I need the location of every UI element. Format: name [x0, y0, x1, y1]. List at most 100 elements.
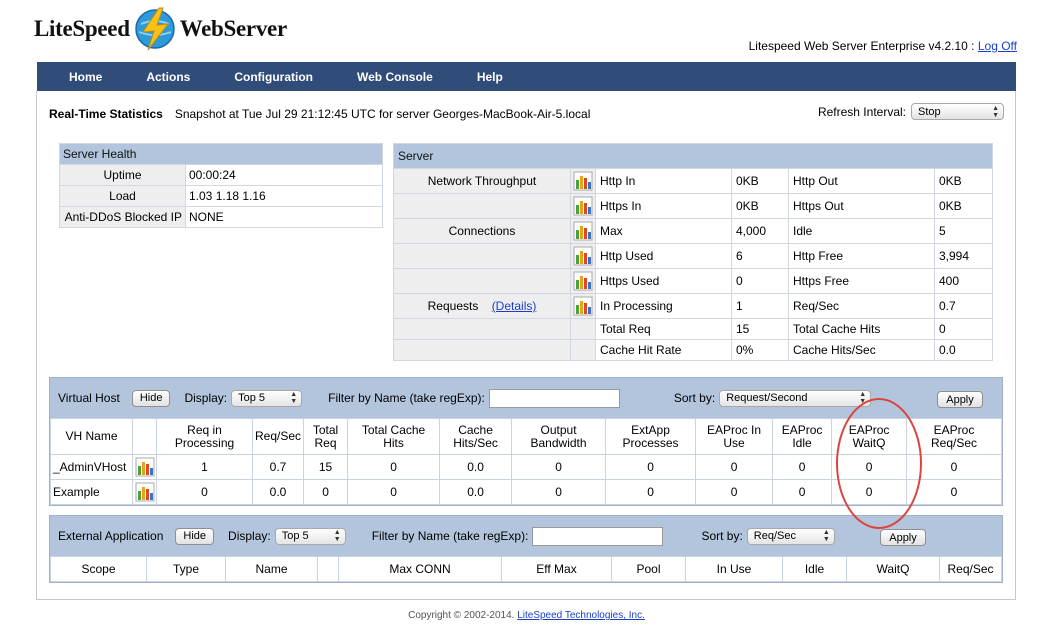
bar-chart-icon[interactable] — [573, 171, 593, 191]
copyright-text: Copyright © 2002-2014. — [408, 610, 515, 621]
logo-text-left: LiteSpeed — [34, 16, 130, 41]
column-header: EAProc Idle — [772, 418, 833, 455]
server-value: 0.0 — [934, 339, 993, 361]
virtual-host-title: Virtual Host — [58, 391, 120, 405]
server-key: Cache Hits/Sec — [788, 339, 935, 361]
table-cell: 15 — [303, 454, 349, 480]
server-health-table: Server Health Uptime 00:00:24 Load 1.03 … — [59, 143, 383, 228]
table-header-row: Scope Type Name Max CONN Eff Max Pool In… — [50, 556, 1002, 582]
server-value: 3,994 — [934, 243, 993, 269]
refresh-select[interactable]: Stop ▲ ▼ — [911, 103, 1004, 120]
extapp-hide-button[interactable]: Hide — [175, 527, 215, 545]
extapp-filter-input[interactable] — [532, 526, 664, 546]
server-value: 0 — [731, 268, 789, 294]
server-title: Server — [393, 143, 993, 169]
refresh-interval: Refresh Interval: Stop ▲ ▼ — [818, 103, 1004, 120]
logo-text-right: WebServer — [179, 16, 287, 41]
nav-configuration[interactable]: Configuration — [234, 70, 313, 84]
extapp-apply-button[interactable]: Apply — [880, 529, 926, 546]
bar-chart-icon[interactable] — [135, 457, 155, 477]
table-cell: 0.0 — [251, 479, 305, 505]
column-header: Total Req — [303, 418, 349, 455]
server-value: 400 — [934, 268, 993, 294]
refresh-label: Refresh Interval: — [817, 104, 906, 119]
column-header: Max CONN — [338, 556, 502, 582]
server-value: 0KB — [934, 168, 993, 194]
server-value: 0KB — [731, 193, 789, 219]
table-cell: 0 — [511, 454, 607, 480]
table-cell: 0 — [347, 454, 441, 480]
vhost-apply-button[interactable]: Apply — [937, 391, 983, 408]
logo: LiteSpeed WebServer — [34, 6, 287, 52]
external-app-title: External Application — [58, 529, 164, 543]
vhost-filter-input[interactable] — [488, 388, 620, 408]
version-text: Litespeed Web Server Enterprise v4.2.10 … — [748, 39, 975, 53]
version-info: Litespeed Web Server Enterprise v4.2.10 … — [749, 39, 1017, 53]
health-label: Load — [59, 185, 186, 207]
extapp-display-select[interactable]: Top 5 ▲ ▼ — [274, 527, 346, 545]
nav-help[interactable]: Help — [477, 70, 503, 84]
bar-chart-icon[interactable] — [573, 196, 593, 216]
footer: Copyright © 2002-2014. LiteSpeed Technol… — [0, 610, 1053, 621]
table-cell: 0 — [156, 479, 253, 505]
vhost-display-value: Top 5 — [238, 392, 266, 404]
extapp-sort-select[interactable]: Req/Sec ▲ ▼ — [746, 527, 835, 545]
bar-chart-icon[interactable] — [135, 482, 155, 502]
server-key: Http Free — [788, 243, 935, 269]
vhost-sort-select[interactable]: Request/Second ▲ ▼ — [719, 389, 872, 407]
server-key: Total Req — [595, 318, 732, 340]
column-header: Cache Hits/Sec — [439, 418, 513, 455]
server-value: 1 — [731, 293, 789, 319]
company-link[interactable]: LiteSpeed Technologies, Inc. — [517, 610, 645, 621]
extapp-display-value: Top 5 — [281, 530, 309, 542]
vhost-hide-button[interactable]: Hide — [131, 389, 171, 407]
server-value: 0KB — [934, 193, 993, 219]
server-value: 0.7 — [934, 293, 993, 319]
table-cell: 0 — [695, 479, 774, 505]
server-key: Https Used — [595, 268, 732, 294]
nav-web-console[interactable]: Web Console — [357, 70, 433, 84]
table-cell: 0.0 — [439, 454, 513, 480]
column-header: In Use — [685, 556, 783, 582]
logoff-link[interactable]: Log Off — [978, 39, 1017, 53]
column-header — [132, 418, 157, 455]
bar-chart-icon[interactable] — [573, 221, 593, 241]
column-header: Idle — [782, 556, 847, 582]
table-cell: 0 — [511, 479, 607, 505]
vhost-filter-label: Filter by Name (take regExp): — [328, 391, 485, 405]
server-key: Http Used — [595, 243, 732, 269]
server-key: Total Cache Hits — [788, 318, 935, 340]
updown-arrow-icon: ▲ ▼ — [822, 529, 830, 543]
server-value: 0KB — [731, 168, 789, 194]
nav-actions[interactable]: Actions — [146, 70, 190, 84]
requests-cell: Requests (Details) — [393, 293, 571, 319]
server-key: Http Out — [788, 168, 935, 194]
extapp-sort-value: Req/Sec — [753, 530, 796, 542]
bar-chart-icon[interactable] — [573, 246, 593, 266]
table-cell: 0 — [906, 479, 1002, 505]
server-value: 6 — [731, 243, 789, 269]
column-header: VH Name — [50, 418, 133, 455]
bar-chart-icon[interactable] — [573, 271, 593, 291]
server-key: Https Free — [788, 268, 935, 294]
bar-chart-icon[interactable] — [573, 296, 593, 316]
snapshot-text: Snapshot at Tue Jul 29 21:12:45 UTC for … — [174, 107, 591, 121]
vhost-display-select[interactable]: Top 5 ▲ ▼ — [231, 389, 303, 407]
server-value: 0% — [731, 339, 789, 361]
table-cell: 0 — [772, 454, 833, 480]
table-cell: 0 — [695, 454, 774, 480]
health-value: NONE — [185, 206, 383, 228]
column-header: Req/Sec — [251, 418, 305, 455]
column-header — [317, 556, 339, 582]
extapp-filter-label: Filter by Name (take regExp): — [371, 529, 529, 543]
main-nav: Home Actions Configuration Web Console H… — [37, 62, 1016, 91]
table-cell: 0 — [303, 479, 349, 505]
column-header: Name — [225, 556, 318, 582]
lightning-globe-icon — [134, 7, 175, 51]
highlight-circle — [836, 398, 922, 529]
vhost-name: _AdminVHost — [50, 454, 133, 480]
column-header: EAProc In Use — [695, 418, 774, 455]
details-link[interactable]: (Details) — [492, 299, 537, 313]
nav-home[interactable]: Home — [69, 70, 102, 84]
updown-arrow-icon: ▲ ▼ — [992, 104, 999, 119]
